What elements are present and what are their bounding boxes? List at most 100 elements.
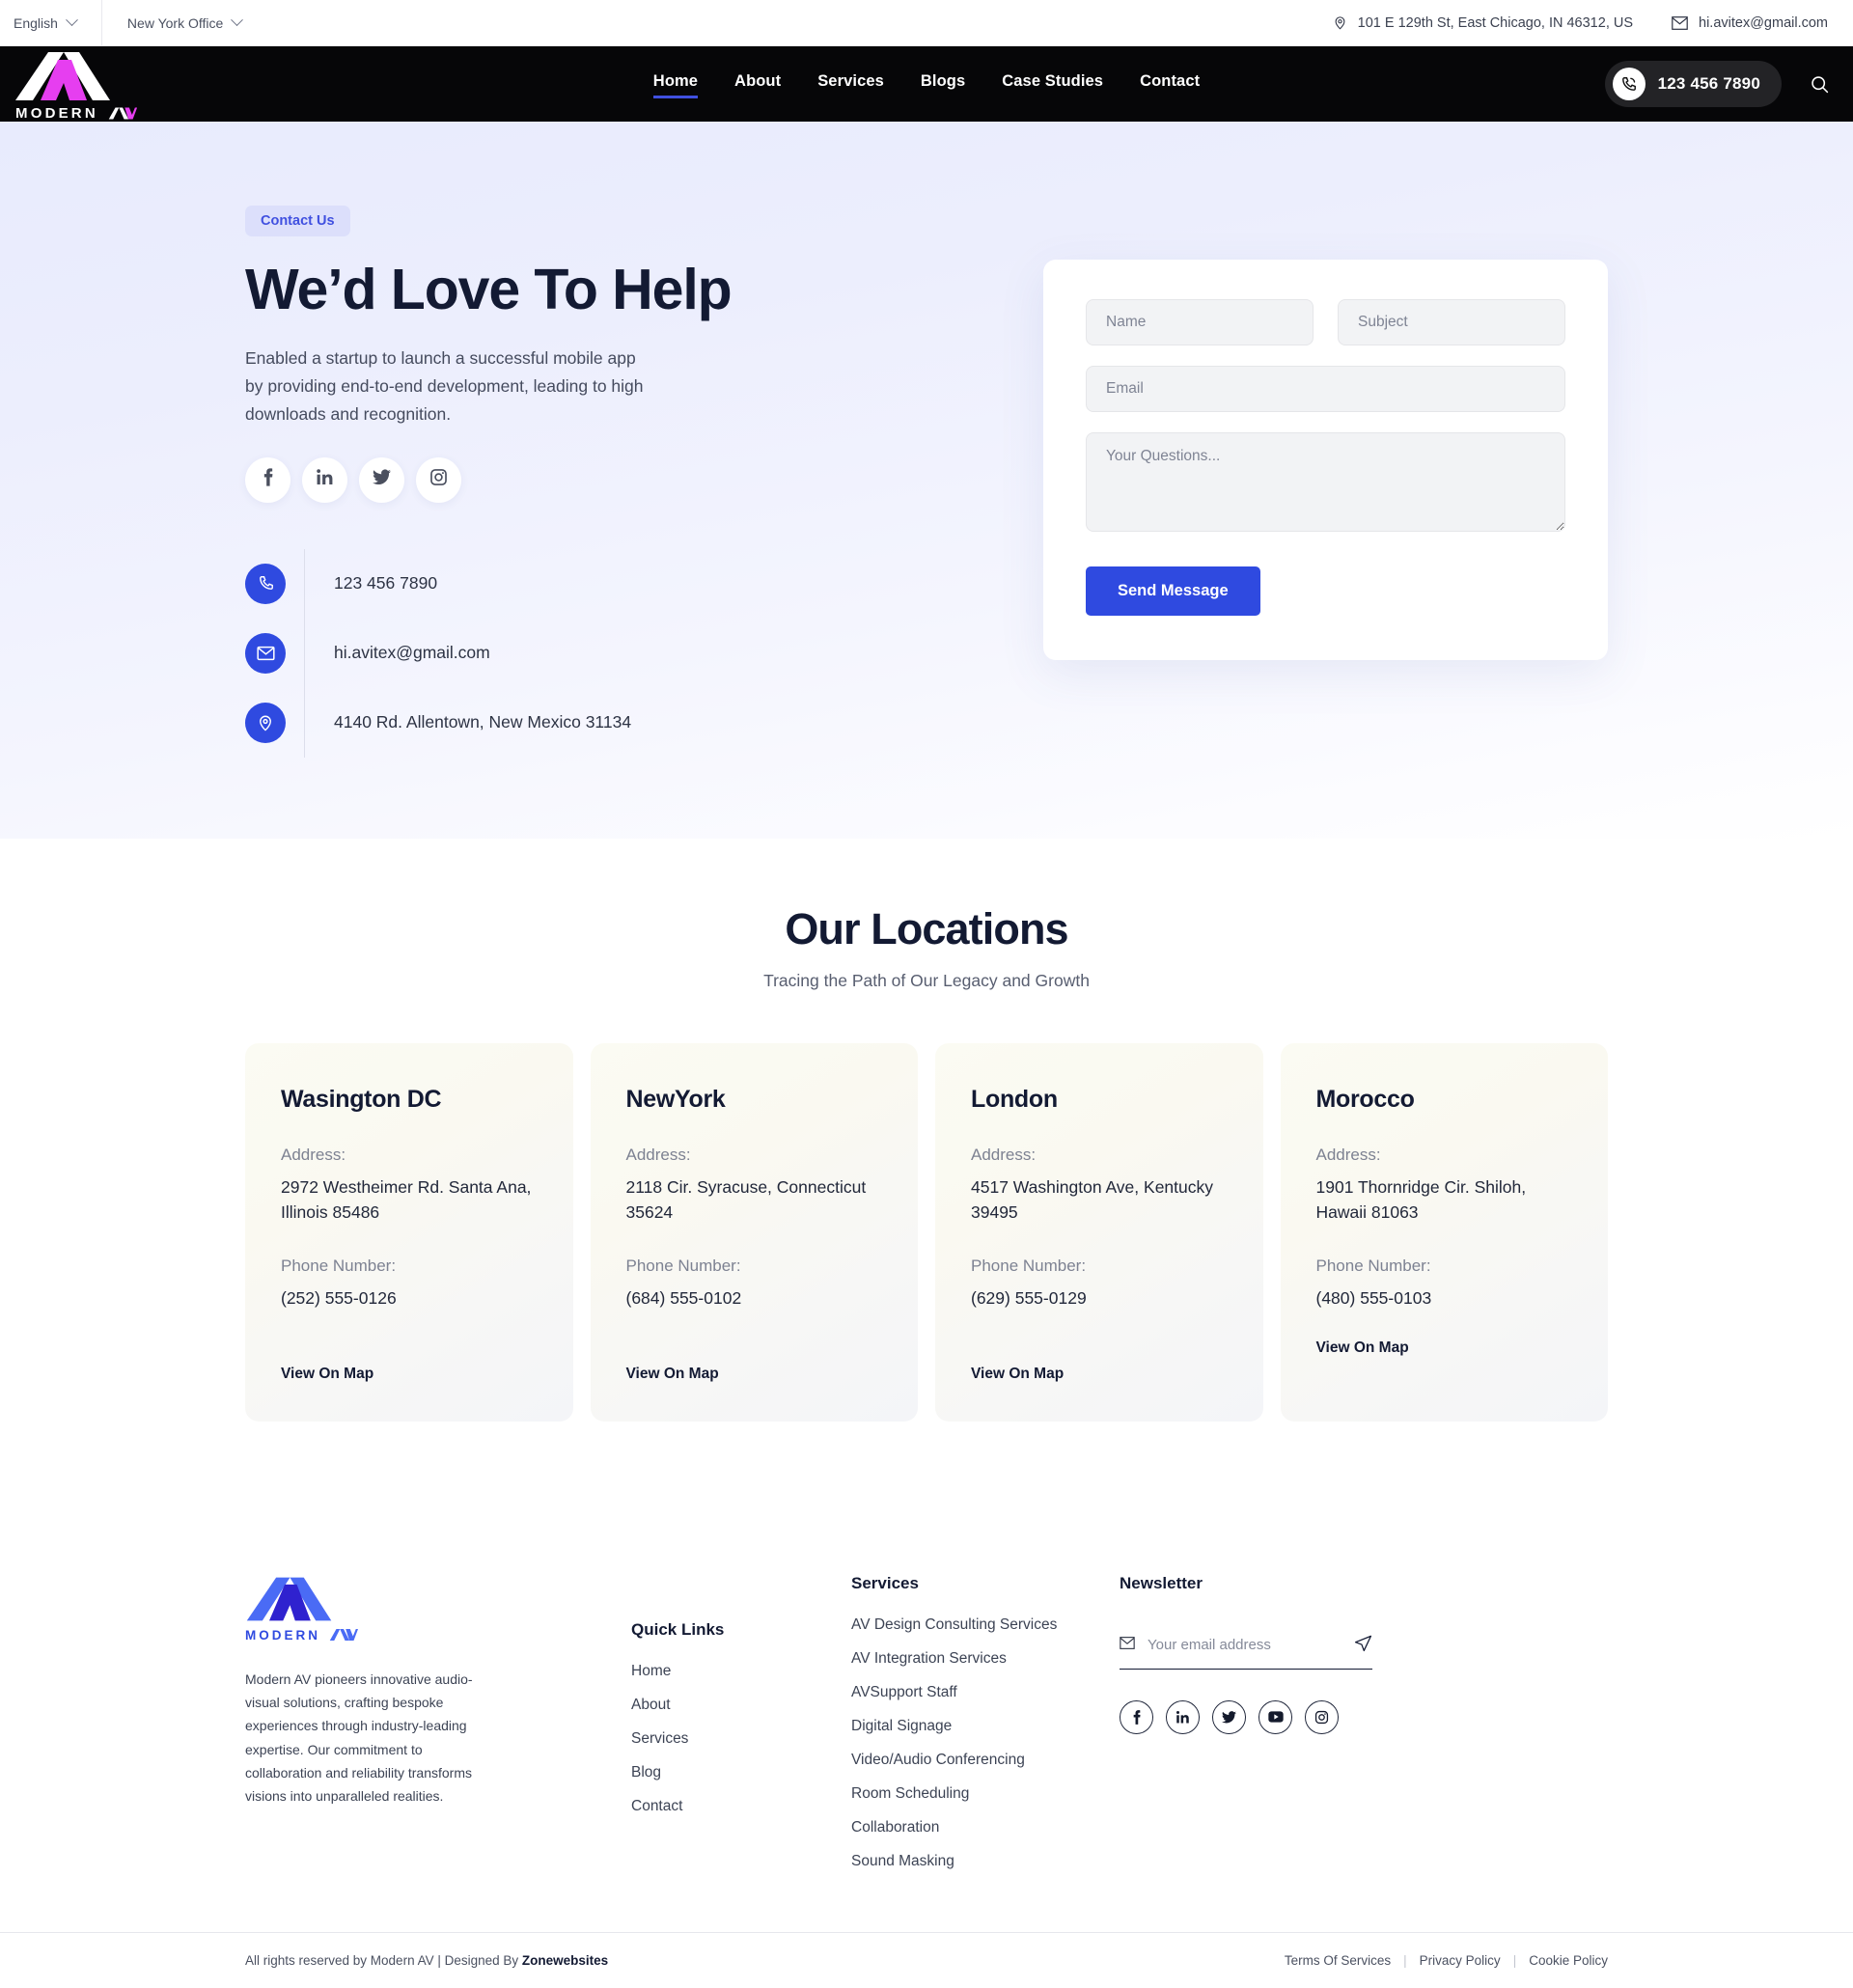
hero-contact-section: Contact Us We’d Love To Help Enabled a s… (0, 122, 1853, 839)
message-textarea[interactable] (1086, 432, 1565, 532)
view-on-map-link[interactable]: View On Map (626, 1366, 883, 1383)
footer-service-sound-masking[interactable]: Sound Masking (851, 1853, 1120, 1870)
footer-legal-links: Terms Of Services | Privacy Policy | Coo… (1285, 1953, 1608, 1968)
footer-link-services[interactable]: Services (631, 1730, 851, 1748)
footer-service-av-design[interactable]: AV Design Consulting Services (851, 1616, 1120, 1634)
nav-actions: 123 456 7890 (1604, 61, 1834, 107)
social-twitter-button[interactable] (359, 456, 404, 503)
email-input[interactable] (1086, 366, 1565, 412)
office-label: New York Office (126, 14, 224, 31)
logo-word-av-icon (108, 107, 137, 120)
linkedin-icon (1176, 1710, 1189, 1724)
footer-service-conferencing[interactable]: Video/Audio Conferencing (851, 1752, 1120, 1769)
social-linkedin-button[interactable] (1166, 1699, 1200, 1734)
view-on-map-link[interactable]: View On Map (971, 1366, 1228, 1383)
social-youtube-button[interactable] (1258, 1699, 1292, 1734)
social-instagram-button[interactable] (416, 456, 461, 503)
social-linkedin-button[interactable] (302, 456, 347, 503)
social-facebook-button[interactable] (245, 456, 290, 503)
hero-social-links (245, 456, 921, 503)
location-address-label: Address: (1315, 1145, 1381, 1164)
newsletter-email-input[interactable] (1148, 1637, 1341, 1654)
location-address-label: Address: (971, 1145, 1037, 1164)
footer-service-av-integration[interactable]: AV Integration Services (851, 1650, 1120, 1668)
footer-link-about[interactable]: About (631, 1697, 851, 1714)
name-input[interactable] (1086, 299, 1314, 345)
divider (304, 687, 305, 758)
footer-service-av-support[interactable]: AVSupport Staff (851, 1684, 1120, 1701)
nav-phone-button[interactable]: 123 456 7890 (1604, 61, 1782, 107)
location-phone-value: (684) 555-0102 (625, 1288, 742, 1309)
topbar-email-label: hi.avitex@gmail.com (1699, 14, 1828, 31)
facebook-icon (263, 468, 273, 491)
social-twitter-button[interactable] (1212, 1699, 1246, 1734)
footer-terms-link[interactable]: Terms Of Services (1285, 1953, 1391, 1968)
footer-privacy-link[interactable]: Privacy Policy (1420, 1953, 1501, 1968)
location-city: Wasington DC (281, 1085, 442, 1113)
footer-designer-link[interactable]: Zonewebsites (522, 1953, 608, 1968)
office-selector[interactable]: New York Office (102, 0, 266, 46)
footer-cookie-link[interactable]: Cookie Policy (1529, 1953, 1608, 1968)
footer-service-digital-signage[interactable]: Digital Signage (851, 1718, 1120, 1735)
chevron-down-icon (66, 14, 78, 27)
location-phone-label: Phone Number: (1315, 1256, 1431, 1276)
location-card: Wasington DC Address: 2972 Westheimer Rd… (245, 1042, 573, 1422)
nav-link-services[interactable]: Services (817, 72, 884, 97)
location-card: London Address: 4517 Washington Ave, Ken… (935, 1042, 1263, 1422)
send-message-button[interactable]: Send Message (1086, 566, 1260, 616)
topbar-email[interactable]: hi.avitex@gmail.com (1672, 15, 1828, 31)
nav-phone-number: 123 456 7890 (1657, 74, 1760, 93)
footer-link-contact[interactable]: Contact (631, 1798, 851, 1815)
hero-contact-list: 123 456 7890 hi.avitex@gmail.com 4140 Rd… (245, 548, 921, 758)
search-icon[interactable] (1805, 69, 1834, 98)
footer-logo[interactable]: MODERN (245, 1574, 631, 1643)
footer-service-room-scheduling[interactable]: Room Scheduling (851, 1785, 1120, 1803)
location-address-value: 4517 Washington Ave, Kentucky 39495 (971, 1176, 1213, 1222)
location-city: London (971, 1085, 1058, 1113)
instagram-icon (429, 468, 448, 491)
locations-title: Our Locations (785, 903, 1068, 953)
social-facebook-button[interactable] (1120, 1699, 1153, 1734)
footer-bottom-bar: All rights reserved by Modern AV | Desig… (0, 1931, 1853, 1988)
topbar-contact-info: 101 E 129th St, East Chicago, IN 46312, … (1333, 14, 1853, 31)
newsletter-field (1120, 1634, 1372, 1670)
topbar-address[interactable]: 101 E 129th St, East Chicago, IN 46312, … (1333, 14, 1633, 31)
locations-subtitle: Tracing the Path of Our Legacy and Growt… (763, 970, 1090, 990)
envelope-icon (1672, 15, 1688, 30)
nav-link-contact[interactable]: Contact (1140, 72, 1200, 97)
location-address-label: Address: (281, 1145, 346, 1164)
footer-quick-links-heading: Quick Links (631, 1619, 725, 1639)
nav-link-case-studies[interactable]: Case Studies (1002, 72, 1103, 97)
hero-left-column: Contact Us We’d Love To Help Enabled a s… (245, 197, 921, 758)
envelope-icon (1120, 1636, 1135, 1654)
location-phone-value: (629) 555-0129 (971, 1288, 1087, 1309)
nav-link-blogs[interactable]: Blogs (921, 72, 965, 97)
nav-link-about[interactable]: About (734, 72, 781, 97)
contact-address-value: 4140 Rd. Allentown, New Mexico 31134 (334, 712, 632, 732)
footer-link-home[interactable]: Home (631, 1663, 851, 1680)
view-on-map-link[interactable]: View On Map (1316, 1339, 1573, 1357)
social-instagram-button[interactable] (1305, 1699, 1339, 1734)
footer-link-blog[interactable]: Blog (631, 1764, 851, 1781)
view-on-map-link[interactable]: View On Map (281, 1366, 538, 1383)
footer-quick-links: Quick Links Home About Services Blog Con… (631, 1574, 851, 1870)
footer-brand: MODERN Modern AV pioneers innovative aud… (245, 1574, 631, 1870)
locations-section: Our Locations Tracing the Path of Our Le… (0, 838, 1853, 1499)
send-plane-icon[interactable] (1354, 1634, 1372, 1657)
location-address-label: Address: (625, 1145, 691, 1164)
nav-link-home[interactable]: Home (652, 72, 699, 98)
form-row-email (1086, 366, 1565, 412)
footer-newsletter-heading: Newsletter (1120, 1573, 1203, 1592)
location-phone-value: (252) 555-0126 (281, 1288, 397, 1309)
contact-row-address[interactable]: 4140 Rd. Allentown, New Mexico 31134 (245, 687, 921, 758)
logo-word-modern: MODERN (15, 105, 98, 122)
language-selector[interactable]: English (0, 0, 101, 46)
site-logo[interactable]: MODERN (14, 50, 137, 122)
subject-input[interactable] (1338, 299, 1565, 345)
youtube-icon (1267, 1711, 1284, 1724)
contact-row-email[interactable]: hi.avitex@gmail.com (245, 618, 921, 688)
hero-description: Enabled a startup to launch a successful… (245, 347, 644, 424)
footer-service-collaboration[interactable]: Collaboration (851, 1819, 1120, 1836)
contact-row-phone[interactable]: 123 456 7890 (245, 548, 921, 619)
footer-copyright-text: All rights reserved by Modern AV | Desig… (245, 1952, 522, 1968)
